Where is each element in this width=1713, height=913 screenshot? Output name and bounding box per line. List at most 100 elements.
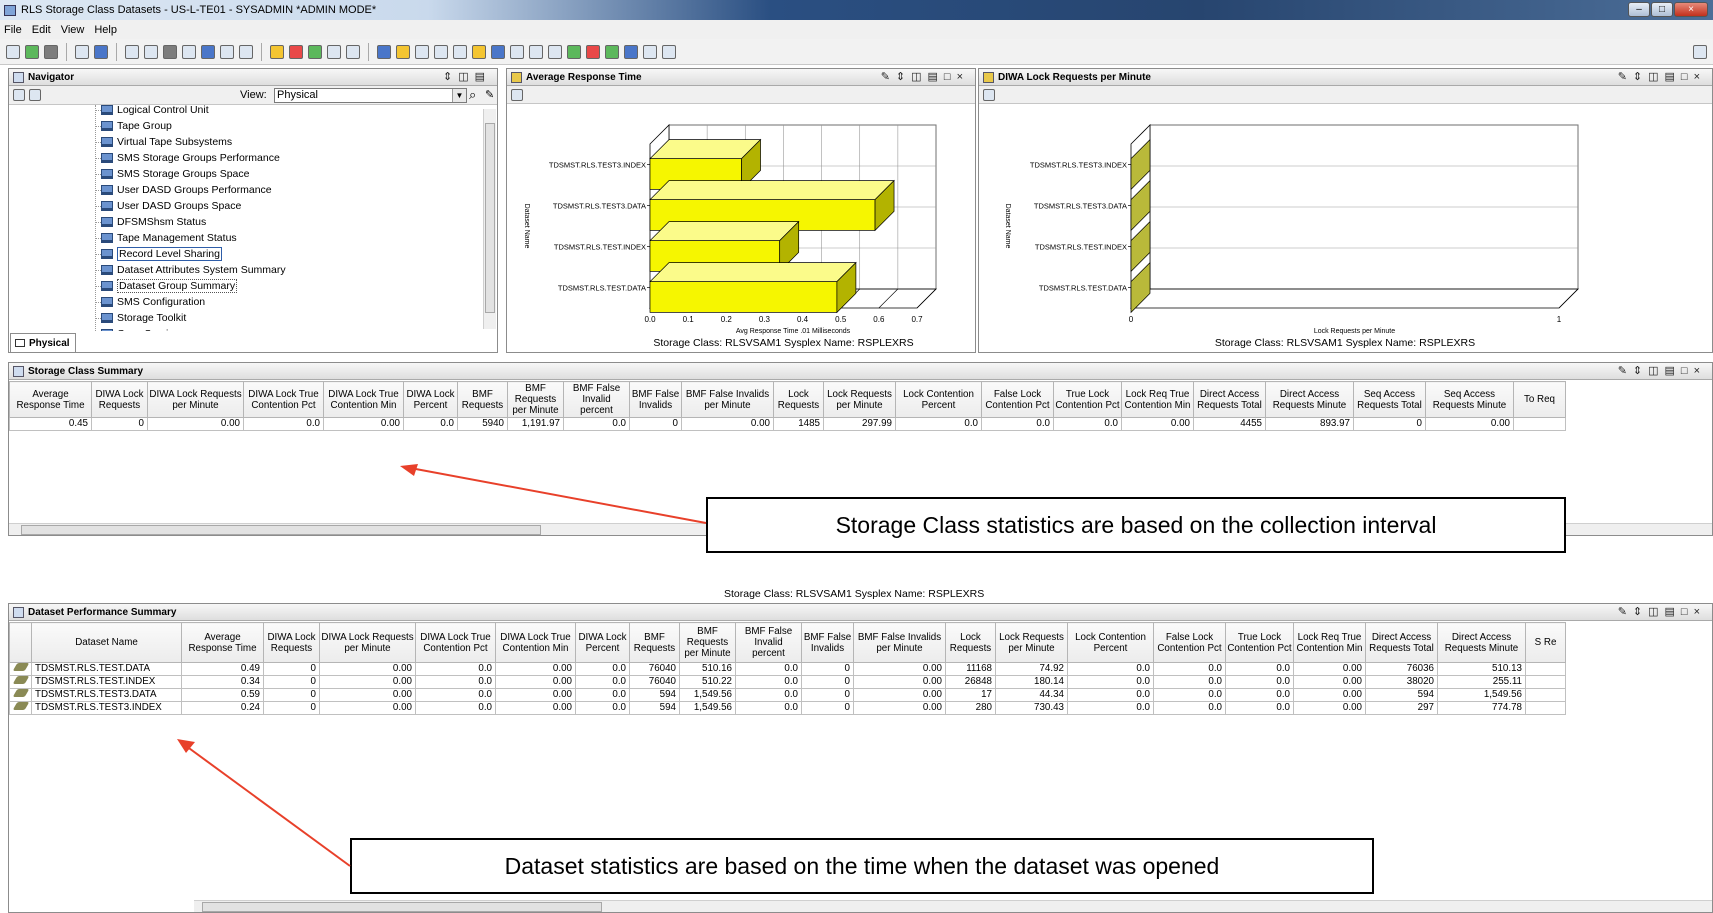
column-header[interactable]: Lock Contention Percent [1067,622,1154,663]
chart-properties-icon[interactable] [983,88,995,101]
column-header[interactable]: Seq Access Requests Minute [1425,381,1514,418]
report-icon[interactable] [220,44,234,59]
column-header[interactable]: Seq Access Requests Total [1353,381,1426,418]
history-icon[interactable] [377,44,391,59]
column-header[interactable]: DIWA Lock Requests [91,381,148,418]
table-row[interactable]: 0.45 0 0.00 0.0 0.00 0.0 5940 1,191.97 0.0 0 0.00 1… [9,417,1566,431]
column-header[interactable]: DIWA Lock Percent [575,622,630,663]
column-header[interactable]: Direct Access Requests Total [1365,622,1438,663]
menu-help[interactable]: Help [94,24,117,36]
column-header[interactable]: BMF False Invalids [629,381,682,418]
view-select[interactable]: Physical ▼ [274,88,467,103]
chevron-down-icon[interactable]: ▼ [452,89,466,102]
pause-icon[interactable] [270,44,284,59]
pencil-icon[interactable] [12,676,29,684]
column-header[interactable]: BMF False Invalids per Minute [853,622,946,663]
terminal-icon[interactable] [567,44,581,59]
gauge-icon[interactable] [453,44,467,59]
column-header[interactable]: DIWA Lock True Contention Pct [415,622,496,663]
layout-icon[interactable] [662,44,676,59]
browser-icon[interactable] [510,44,524,59]
record-icon[interactable] [289,44,303,59]
tree-item[interactable]: Tape Management Status [101,231,237,245]
take-action-icon[interactable] [586,44,600,59]
topology-icon[interactable] [605,44,619,59]
panel-controls[interactable]: ✎⇕◫▤□× [1618,605,1706,618]
search-icon[interactable]: ⌕ [469,87,476,103]
column-header[interactable]: Average Response Time [9,381,92,418]
panel-controls[interactable]: ✎⇕◫▤□× [1618,364,1706,377]
column-header[interactable]: Lock Req True Contention Min [1293,622,1366,663]
query-icon[interactable] [624,44,638,59]
pencil-icon[interactable] [12,663,29,671]
column-header[interactable]: False Lock Contention Pct [981,381,1054,418]
message-log-icon[interactable] [529,44,543,59]
table-view-icon[interactable] [472,44,486,59]
tree-item[interactable]: Dataset Attributes System Summary [101,263,286,277]
column-header[interactable]: BMF False Invalids [801,622,854,663]
tree-item[interactable]: User DASD Groups Performance [101,183,272,197]
column-header[interactable]: Direct Access Requests Minute [1437,622,1526,663]
column-header[interactable]: DIWA Lock True Contention Min [495,622,576,663]
table-row[interactable]: TDSMST.RLS.TEST3.DATA 0.59 0 0.00 0.0 0.00 0.0… [9,688,1566,702]
workspace-icon[interactable] [182,44,196,59]
column-header[interactable]: DIWA Lock True Contention Min [323,381,404,418]
tree-item[interactable]: SMS Storage Groups Space [101,167,250,181]
menu-edit[interactable]: Edit [32,24,51,36]
graphic-view-icon[interactable] [548,44,562,59]
column-header[interactable]: Average Response Time [181,622,264,663]
column-header[interactable]: Lock Req True Contention Min [1121,381,1194,418]
column-header[interactable]: Lock Requests per Minute [823,381,896,418]
pencil-icon[interactable] [12,702,29,710]
table-row[interactable]: TDSMST.RLS.TEST.INDEX 0.34 0 0.00 0.0 0.00 0.0… [9,675,1566,689]
table-row[interactable]: TDSMST.RLS.TEST.DATA 0.49 0 0.00 0.0 0.00 0.0 7… [9,662,1566,676]
column-header[interactable]: To Req [1513,381,1566,418]
bar[interactable] [649,281,838,313]
column-header[interactable]: BMF Requests per Minute [679,622,736,663]
situation-icon[interactable] [308,44,322,59]
column-header[interactable]: Lock Requests [773,381,824,418]
event-icon[interactable] [327,44,341,59]
settings-icon[interactable] [163,44,177,59]
area-chart-icon[interactable] [415,44,429,59]
home-icon[interactable] [6,44,20,59]
column-header[interactable]: Direct Access Requests Total [1193,381,1266,418]
menu-file[interactable]: File [4,24,22,36]
collapse-icon[interactable] [29,89,41,101]
column-header[interactable]: BMF False Invalid percent [563,381,630,418]
edit-icon[interactable] [144,44,158,59]
column-header[interactable]: Direct Access Requests Minute [1265,381,1354,418]
column-header[interactable]: True Lock Contention Pct [1225,622,1294,663]
tree-item[interactable]: Storage Toolkit [101,311,186,325]
tree-item[interactable]: SMS Storage Groups Performance [101,151,280,165]
tree-icon[interactable] [643,44,657,59]
tree-item[interactable]: SMS Configuration [101,295,205,309]
column-header[interactable] [9,622,32,663]
menu-view[interactable]: View [61,24,85,36]
properties-icon[interactable] [125,44,139,59]
chart-properties-icon[interactable] [511,88,523,101]
tree-item[interactable]: Logical Control Unit [101,105,209,117]
column-header[interactable]: DIWA Lock Requests [263,622,320,663]
maximize-button[interactable]: □ [1651,2,1673,17]
column-header[interactable]: BMF False Invalid percent [735,622,802,663]
toolbar-end-icon[interactable] [1693,44,1707,59]
column-header[interactable]: Dataset Name [31,622,182,663]
column-header[interactable]: BMF Requests [457,381,508,418]
tree-item[interactable]: Dataset Group Summary [101,279,238,293]
column-header[interactable]: S Re [1525,622,1566,663]
column-header[interactable]: DIWA Lock Requests per Minute [147,381,244,418]
column-header[interactable]: Lock Contention Percent [895,381,982,418]
tree-item[interactable]: DFSMShsm Status [101,215,206,229]
new-icon[interactable] [75,44,89,59]
tree-item[interactable]: Record Level Sharing [101,247,222,261]
save-icon[interactable] [94,44,108,59]
scroll-thumb[interactable] [485,123,495,313]
column-header[interactable]: Lock Requests [945,622,996,663]
close-button[interactable]: × [1674,2,1708,17]
table-icon[interactable] [239,44,253,59]
panel-controls[interactable]: ⇕◫▤ [443,70,491,83]
column-header[interactable]: False Lock Contention Pct [1153,622,1226,663]
minimize-button[interactable]: – [1628,2,1650,17]
navigator-scrollbar[interactable] [483,109,496,329]
